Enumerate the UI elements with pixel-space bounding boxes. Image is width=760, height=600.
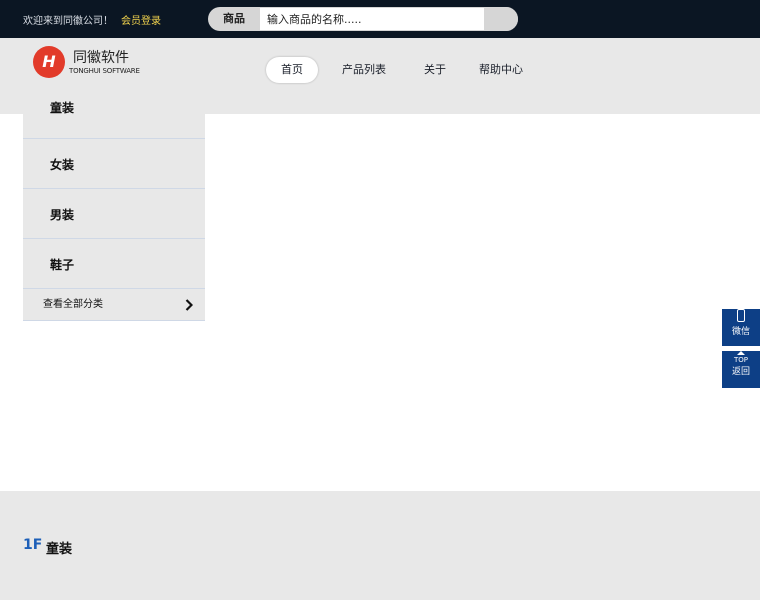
top-bar: 欢迎来到同徽公司！ 会员登录 商品 xyxy=(0,0,760,38)
view-all-label: 查看全部分类 xyxy=(43,299,103,310)
floor-number: 1F xyxy=(23,537,43,553)
caret-up-icon xyxy=(737,351,745,355)
welcome-text: 欢迎来到同徽公司！ xyxy=(23,16,113,27)
chevron-right-icon xyxy=(185,299,193,311)
nav-item-products[interactable]: 产品列表 xyxy=(342,57,386,83)
category-item-kids[interactable]: 童装 xyxy=(23,82,205,139)
floor-title: 童装 xyxy=(46,542,73,557)
floor-section: 1F 童装 xyxy=(0,491,760,600)
category-item-men[interactable]: 男装 xyxy=(23,189,205,239)
back-to-top-button[interactable]: TOP 返回 xyxy=(722,351,760,388)
login-link[interactable]: 会员登录 xyxy=(121,16,161,27)
nav-item-about[interactable]: 关于 xyxy=(424,57,446,83)
nav-item-help[interactable]: 帮助中心 xyxy=(479,57,523,83)
logo-text-en: TONGHUI SOFTWARE xyxy=(69,67,140,75)
wechat-button[interactable]: 微信 xyxy=(722,309,760,346)
wechat-label: 微信 xyxy=(731,327,750,337)
top-label: TOP xyxy=(733,356,748,364)
nav-item-home[interactable]: 首页 xyxy=(266,57,318,83)
category-item-women[interactable]: 女装 xyxy=(23,139,205,189)
view-all-categories[interactable]: 查看全部分类 xyxy=(23,289,205,321)
search-button[interactable] xyxy=(484,7,518,31)
phone-icon xyxy=(737,309,745,322)
logo[interactable]: H 同徽软件 TONGHUI SOFTWARE xyxy=(33,46,153,80)
category-item-shoes[interactable]: 鞋子 xyxy=(23,239,205,289)
logo-text-cn: 同徽软件 xyxy=(73,50,129,66)
side-toolbar: 微信 TOP 返回 xyxy=(722,304,760,388)
welcome-message: 欢迎来到同徽公司！ 会员登录 xyxy=(23,12,161,27)
category-menu: 童装 女装 男装 鞋子 查看全部分类 xyxy=(23,82,205,321)
search-input[interactable] xyxy=(260,8,484,30)
search-bar: 商品 xyxy=(208,7,518,31)
search-scope[interactable]: 商品 xyxy=(208,7,260,31)
back-label: 返回 xyxy=(731,367,750,377)
logo-icon: H xyxy=(33,46,65,78)
